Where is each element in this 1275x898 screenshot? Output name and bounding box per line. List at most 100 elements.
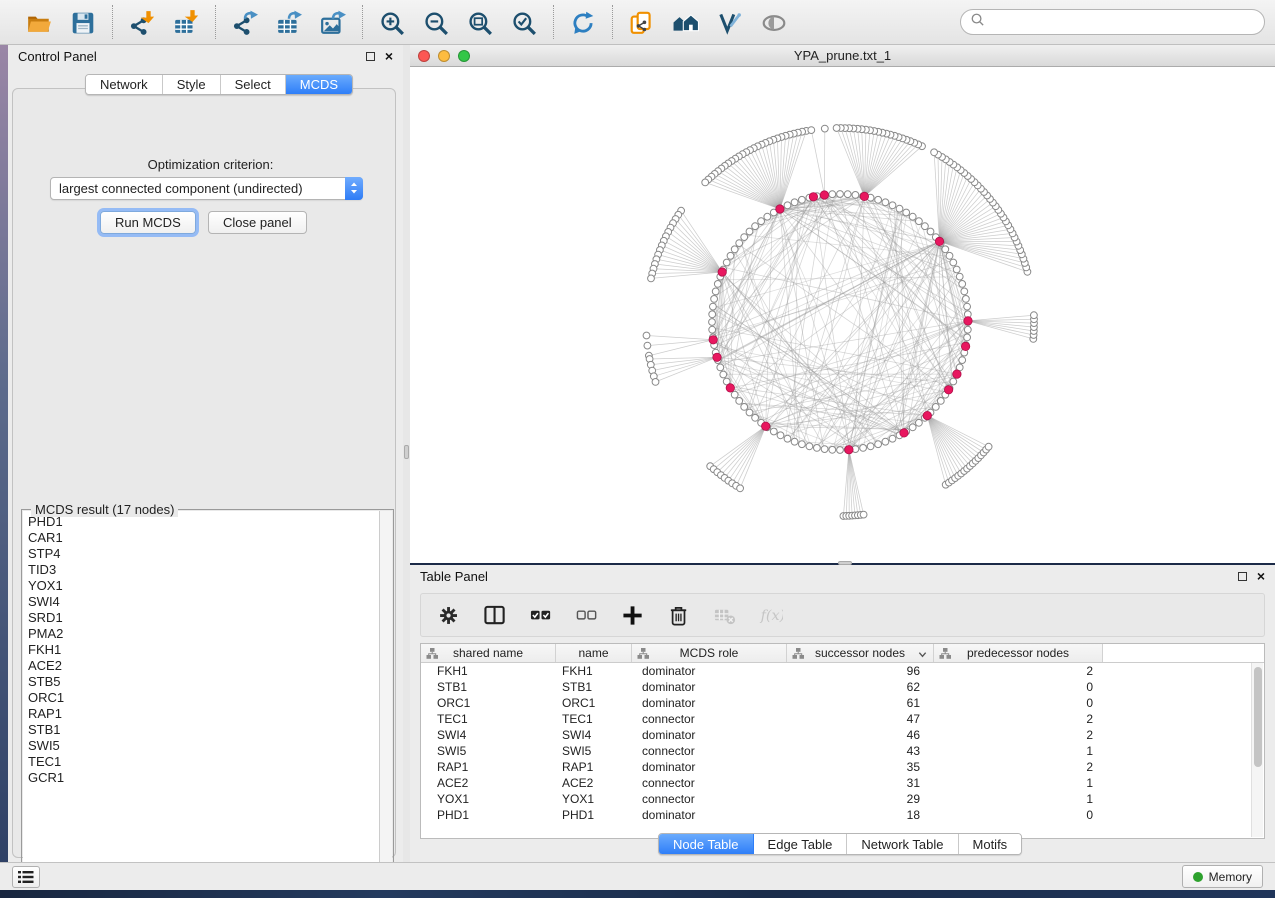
table-cell[interactable]: YOX1 xyxy=(421,792,556,806)
column-header-successor-nodes[interactable]: successor nodes xyxy=(787,644,934,662)
splitter-grip[interactable] xyxy=(404,445,409,459)
mcds-result-item[interactable]: GCR1 xyxy=(28,770,379,786)
table-scrollbar[interactable] xyxy=(1251,663,1263,837)
network-window-titlebar[interactable]: YPA_prune.txt_1 xyxy=(410,45,1275,67)
search-box[interactable] xyxy=(960,9,1265,35)
delete-columns-icon[interactable] xyxy=(667,603,691,627)
table-row[interactable]: FKH1FKH1dominator962 xyxy=(421,663,1264,679)
run-mcds-button[interactable]: Run MCDS xyxy=(100,211,196,234)
table-cell[interactable]: STB1 xyxy=(556,680,632,694)
settings-icon[interactable] xyxy=(437,603,461,627)
table-cell[interactable]: PHD1 xyxy=(556,808,632,822)
table-scrollbar-thumb[interactable] xyxy=(1254,667,1262,767)
criterion-select[interactable]: largest connected component (undirected) xyxy=(50,177,363,200)
table-cell[interactable]: dominator xyxy=(632,808,787,822)
table-cell[interactable]: RAP1 xyxy=(556,760,632,774)
vertical-splitter[interactable] xyxy=(403,45,410,862)
table-cell[interactable]: connector xyxy=(632,712,787,726)
mcds-list-scrollbar[interactable] xyxy=(380,511,392,879)
sort-chevron-icon[interactable] xyxy=(918,648,927,662)
horizontal-splitter-grip[interactable] xyxy=(838,561,852,565)
table-cell[interactable]: 2 xyxy=(934,664,1103,678)
zoom-in-icon[interactable] xyxy=(377,7,407,37)
table-cell[interactable]: RAP1 xyxy=(421,760,556,774)
deselect-all-icon[interactable] xyxy=(575,603,599,627)
table-row[interactable]: RAP1RAP1dominator352 xyxy=(421,759,1264,775)
split-panel-icon[interactable] xyxy=(483,603,507,627)
mcds-result-item[interactable]: TEC1 xyxy=(28,754,379,770)
float-table-panel-icon[interactable] xyxy=(1238,572,1247,581)
tab-select[interactable]: Select xyxy=(221,75,286,94)
vizmapper-icon[interactable] xyxy=(715,7,745,37)
tab-network[interactable]: Network xyxy=(86,75,163,94)
clone-network-icon[interactable] xyxy=(627,7,657,37)
table-cell[interactable]: 1 xyxy=(934,776,1103,790)
houses-icon[interactable] xyxy=(671,7,701,37)
mcds-result-item[interactable]: STP4 xyxy=(28,546,379,562)
table-cell[interactable]: SWI4 xyxy=(421,728,556,742)
mcds-result-item[interactable]: SWI5 xyxy=(28,738,379,754)
network-canvas[interactable] xyxy=(410,67,1275,562)
tab-node-table[interactable]: Node Table xyxy=(659,834,754,854)
table-cell[interactable]: 96 xyxy=(787,664,934,678)
zoom-out-icon[interactable] xyxy=(421,7,451,37)
table-cell[interactable]: FKH1 xyxy=(556,664,632,678)
table-cell[interactable]: SWI5 xyxy=(556,744,632,758)
table-cell[interactable]: connector xyxy=(632,744,787,758)
table-cell[interactable]: 1 xyxy=(934,744,1103,758)
table-cell[interactable]: dominator xyxy=(632,728,787,742)
zoom-fit-icon[interactable] xyxy=(465,7,495,37)
search-input[interactable] xyxy=(991,15,1255,30)
export-table-icon[interactable] xyxy=(274,7,304,37)
tab-motifs[interactable]: Motifs xyxy=(959,834,1022,854)
mcds-result-item[interactable]: RAP1 xyxy=(28,706,379,722)
table-cell[interactable]: 62 xyxy=(787,680,934,694)
table-cell[interactable]: 31 xyxy=(787,776,934,790)
table-cell[interactable]: 43 xyxy=(787,744,934,758)
table-cell[interactable]: 1 xyxy=(934,792,1103,806)
table-cell[interactable]: 18 xyxy=(787,808,934,822)
table-cell[interactable]: connector xyxy=(632,776,787,790)
table-cell[interactable]: 61 xyxy=(787,696,934,710)
table-cell[interactable]: dominator xyxy=(632,696,787,710)
table-cell[interactable]: SWI4 xyxy=(556,728,632,742)
table-cell[interactable]: dominator xyxy=(632,680,787,694)
close-table-panel-icon[interactable]: × xyxy=(1257,572,1265,581)
table-cell[interactable]: YOX1 xyxy=(556,792,632,806)
table-cell[interactable]: ORC1 xyxy=(421,696,556,710)
mcds-result-item[interactable]: PMA2 xyxy=(28,626,379,642)
table-cell[interactable]: ACE2 xyxy=(421,776,556,790)
mcds-result-item[interactable]: SRD1 xyxy=(28,610,379,626)
memory-button[interactable]: Memory xyxy=(1182,865,1263,888)
column-header-name[interactable]: name xyxy=(556,644,632,662)
table-cell[interactable]: 35 xyxy=(787,760,934,774)
table-row[interactable]: STB1STB1dominator620 xyxy=(421,679,1264,695)
mcds-result-item[interactable]: ORC1 xyxy=(28,690,379,706)
table-cell[interactable]: 2 xyxy=(934,760,1103,774)
table-row[interactable]: PHD1PHD1dominator180 xyxy=(421,807,1264,823)
table-cell[interactable]: dominator xyxy=(632,760,787,774)
table-cell[interactable]: 0 xyxy=(934,696,1103,710)
table-cell[interactable]: 29 xyxy=(787,792,934,806)
mcds-result-item[interactable]: SWI4 xyxy=(28,594,379,610)
close-panel-icon[interactable]: × xyxy=(385,52,393,61)
open-icon[interactable] xyxy=(24,7,54,37)
table-cell[interactable]: ACE2 xyxy=(556,776,632,790)
mcds-result-item[interactable]: CAR1 xyxy=(28,530,379,546)
table-cell[interactable]: 0 xyxy=(934,680,1103,694)
tab-network-table[interactable]: Network Table xyxy=(847,834,958,854)
mcds-result-item[interactable]: STB1 xyxy=(28,722,379,738)
task-history-button[interactable] xyxy=(12,866,40,888)
export-image-icon[interactable] xyxy=(318,7,348,37)
zoom-selected-icon[interactable] xyxy=(509,7,539,37)
select-all-icon[interactable] xyxy=(529,603,553,627)
mcds-result-item[interactable]: ACE2 xyxy=(28,658,379,674)
table-cell[interactable]: connector xyxy=(632,792,787,806)
float-panel-icon[interactable] xyxy=(366,52,375,61)
table-cell[interactable]: 2 xyxy=(934,728,1103,742)
import-table-icon[interactable] xyxy=(171,7,201,37)
mcds-result-item[interactable]: TID3 xyxy=(28,562,379,578)
column-header-predecessor-nodes[interactable]: predecessor nodes xyxy=(934,644,1103,662)
tab-edge-table[interactable]: Edge Table xyxy=(754,834,848,854)
table-cell[interactable]: TEC1 xyxy=(556,712,632,726)
